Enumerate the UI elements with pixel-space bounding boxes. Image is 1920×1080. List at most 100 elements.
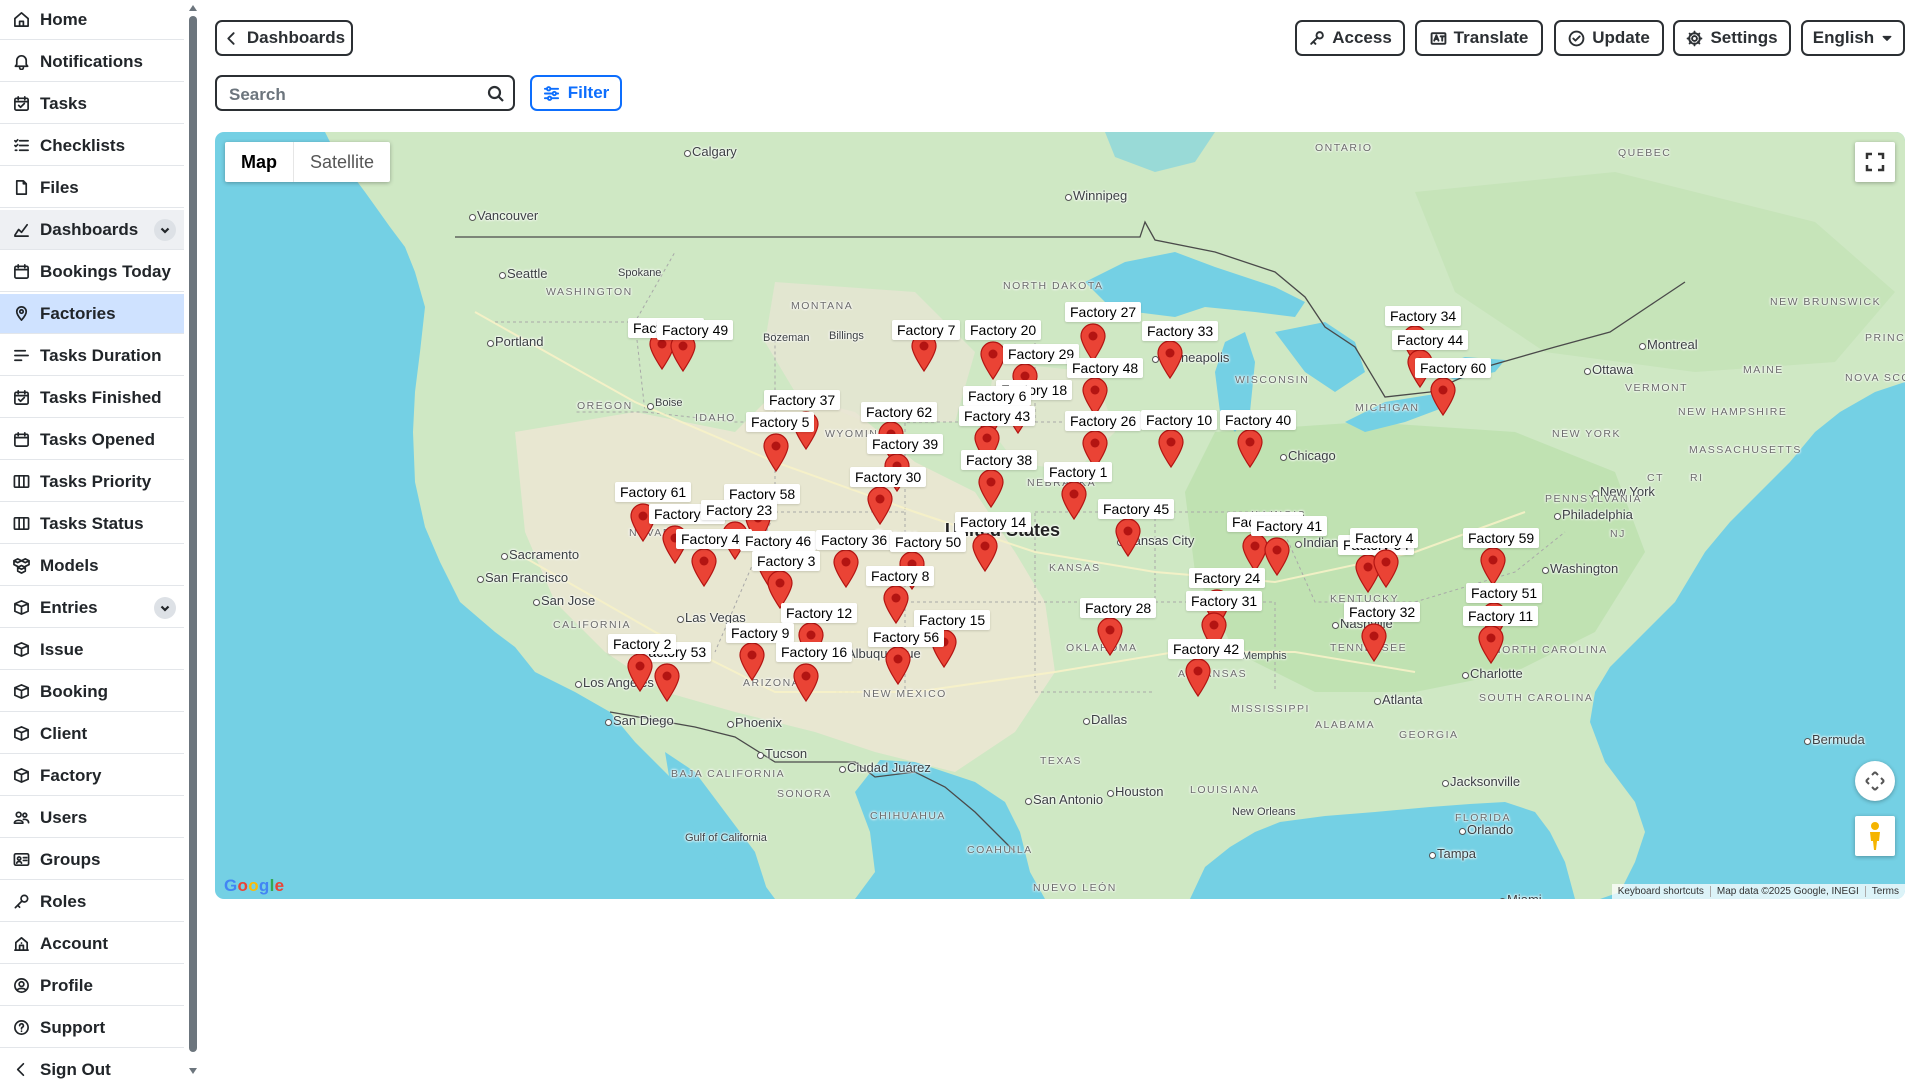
factory-marker-label[interactable]: Factory 39 — [867, 434, 944, 454]
factory-marker-label[interactable]: Factory 34 — [1385, 306, 1462, 326]
factory-map-marker[interactable] — [1477, 624, 1505, 665]
sidebar-item-models[interactable]: Models — [0, 546, 184, 586]
factory-marker-label[interactable]: Factory 61 — [615, 482, 692, 502]
camera-control-button[interactable] — [1855, 761, 1895, 801]
factory-marker-label[interactable]: Factory 4 — [1350, 528, 1419, 548]
factory-marker-label[interactable]: Factory 33 — [1142, 321, 1219, 341]
sidebar-item-files[interactable]: Files — [0, 168, 184, 208]
factory-marker-label[interactable]: Factory 16 — [776, 642, 853, 662]
factory-marker-label[interactable]: Factory 62 — [861, 402, 938, 422]
sidebar-item-factory[interactable]: Factory — [0, 756, 184, 796]
chevron-down-icon[interactable] — [154, 219, 176, 241]
factory-map-marker[interactable] — [1479, 546, 1507, 587]
factory-marker-label[interactable]: Factory 42 — [1168, 639, 1245, 659]
factory-map-marker[interactable] — [1429, 376, 1457, 417]
factory-marker-label[interactable]: Factory 41 — [1251, 516, 1328, 536]
sidebar-item-tasks-duration[interactable]: Tasks Duration — [0, 336, 184, 376]
sidebar-item-tasks-status[interactable]: Tasks Status — [0, 504, 184, 544]
fullscreen-button[interactable] — [1855, 142, 1895, 182]
factory-marker-label[interactable]: Factory 6 — [963, 386, 1032, 406]
sidebar-item-roles[interactable]: Roles — [0, 882, 184, 922]
factory-marker-label[interactable]: Factory 60 — [1415, 358, 1492, 378]
factory-map-marker[interactable] — [738, 641, 766, 682]
scroll-thumb[interactable] — [189, 16, 197, 1052]
factory-marker-label[interactable]: Factory 8 — [866, 566, 935, 586]
factory-marker-label[interactable]: Factory 38 — [961, 450, 1038, 470]
factory-map-marker[interactable] — [626, 652, 654, 693]
sidebar-item-tasks[interactable]: Tasks — [0, 84, 184, 124]
sidebar-item-dashboards[interactable]: Dashboards — [0, 210, 184, 250]
factory-marker-label[interactable]: Factory 30 — [850, 467, 927, 487]
street-view-pegman[interactable] — [1855, 816, 1895, 856]
scroll-up-arrow-icon[interactable] — [189, 5, 197, 11]
map-type-satellite-button[interactable]: Satellite — [293, 142, 390, 182]
search-input[interactable] — [227, 84, 471, 106]
sidebar-item-client[interactable]: Client — [0, 714, 184, 754]
factory-map-marker[interactable] — [1079, 322, 1107, 363]
factory-map-marker[interactable] — [866, 485, 894, 526]
keyboard-shortcuts-link[interactable]: Keyboard shortcuts — [1612, 886, 1710, 897]
factory-map-marker[interactable] — [1157, 428, 1185, 469]
factory-marker-label[interactable]: Factory 48 — [1067, 358, 1144, 378]
factory-marker-label[interactable]: Factory 49 — [657, 320, 734, 340]
factory-map-marker[interactable] — [1081, 376, 1109, 417]
sidebar-item-bookings-today[interactable]: Bookings Today — [0, 252, 184, 292]
access-button[interactable]: Access — [1295, 20, 1405, 56]
sidebar-item-tasks-finished[interactable]: Tasks Finished — [0, 378, 184, 418]
factory-marker-label[interactable]: Factory 32 — [1344, 602, 1421, 622]
factory-marker-label[interactable]: Factory 20 — [965, 320, 1042, 340]
sidebar-scrollbar[interactable] — [186, 0, 200, 1080]
sidebar-item-checklists[interactable]: Checklists — [0, 126, 184, 166]
factory-marker-label[interactable]: Factory 44 — [1392, 330, 1469, 350]
factory-marker-label[interactable]: Factory 9 — [726, 623, 795, 643]
factory-map-marker[interactable] — [690, 547, 718, 588]
factory-marker-label[interactable]: Factory 43 — [959, 406, 1036, 426]
settings-button[interactable]: Settings — [1673, 20, 1791, 56]
sidebar-item-notifications[interactable]: Notifications — [0, 42, 184, 82]
factory-map-marker[interactable] — [1372, 548, 1400, 589]
factory-marker-label[interactable]: Factory 40 — [1220, 410, 1297, 430]
factory-map-marker[interactable] — [1156, 339, 1184, 380]
factories-map[interactable]: Map Satellite Google Keyboard shortcuts … — [215, 132, 1905, 899]
factory-marker-label[interactable]: Factory 12 — [781, 603, 858, 623]
factory-map-marker[interactable] — [971, 532, 999, 573]
language-select[interactable]: English — [1801, 20, 1905, 56]
factory-map-marker[interactable] — [1360, 622, 1388, 663]
factory-map-marker[interactable] — [977, 468, 1005, 509]
search-icon[interactable] — [487, 85, 505, 103]
factory-map-marker[interactable] — [792, 662, 820, 703]
factory-marker-label[interactable]: Factory 46 — [740, 531, 817, 551]
sidebar-item-booking[interactable]: Booking — [0, 672, 184, 712]
sidebar-item-sign-out[interactable]: Sign Out — [0, 1050, 184, 1080]
scroll-down-arrow-icon[interactable] — [189, 1068, 197, 1074]
factory-marker-label[interactable]: Factory 28 — [1080, 598, 1157, 618]
factory-map-marker[interactable] — [1263, 536, 1291, 577]
sidebar-item-factories[interactable]: Factories — [0, 294, 184, 334]
sidebar-item-account[interactable]: Account — [0, 924, 184, 964]
sidebar-item-support[interactable]: Support — [0, 1008, 184, 1048]
translate-button[interactable]: Translate — [1415, 20, 1543, 56]
sidebar-item-tasks-opened[interactable]: Tasks Opened — [0, 420, 184, 460]
factory-marker-label[interactable]: Factory 5 — [746, 412, 815, 432]
factory-marker-label[interactable]: Factory 14 — [955, 512, 1032, 532]
factory-marker-label[interactable]: Factory 31 — [1186, 591, 1263, 611]
terms-link[interactable]: Terms — [1864, 886, 1905, 897]
factory-map-marker[interactable] — [653, 662, 681, 703]
factory-marker-label[interactable]: Factory 36 — [816, 530, 893, 550]
sidebar-item-entries[interactable]: Entries — [0, 588, 184, 628]
factory-marker-label[interactable]: Factory 45 — [1098, 499, 1175, 519]
filter-button[interactable]: Filter — [530, 75, 622, 111]
factory-map-marker[interactable] — [882, 584, 910, 625]
map-type-map-button[interactable]: Map — [225, 142, 293, 182]
sidebar-item-issue[interactable]: Issue — [0, 630, 184, 670]
factory-map-marker[interactable] — [884, 645, 912, 686]
factory-marker-label[interactable]: Factory 37 — [764, 390, 841, 410]
factory-marker-label[interactable]: Factory 2 — [608, 634, 677, 654]
factory-map-marker[interactable] — [1060, 480, 1088, 521]
factory-marker-label[interactable]: Factory 27 — [1065, 302, 1142, 322]
factory-map-marker[interactable] — [1236, 428, 1264, 469]
factory-map-marker[interactable] — [762, 432, 790, 473]
sidebar-item-tasks-priority[interactable]: Tasks Priority — [0, 462, 184, 502]
factory-marker-label[interactable]: Factory 50 — [890, 532, 967, 552]
factory-map-marker[interactable] — [1114, 517, 1142, 558]
